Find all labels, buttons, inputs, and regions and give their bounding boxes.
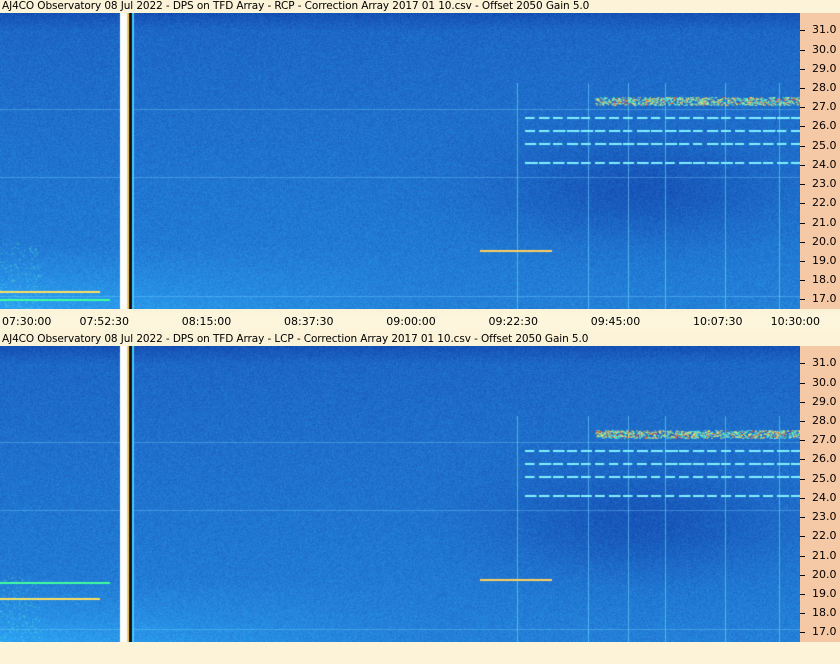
lcp-spectrogram: [0, 346, 800, 642]
y-tick-label: 21.0: [812, 548, 837, 562]
x-tick-label: 09:00:00: [386, 315, 436, 328]
y-tick-label: 31.0: [812, 356, 837, 370]
y-tick-label: 27.0: [812, 433, 837, 447]
y-tick-mark: [800, 260, 805, 262]
y-tick-mark: [800, 574, 805, 576]
y-tick-label: 17.0: [812, 292, 837, 306]
y-tick-mark: [800, 203, 805, 205]
x-tick-label: 08:37:30: [284, 315, 334, 328]
x-tick-label: 09:45:00: [590, 315, 641, 328]
y-tick-mark: [800, 593, 805, 595]
y-tick-mark: [800, 280, 805, 282]
y-tick-mark: [800, 299, 805, 301]
y-tick-mark: [800, 30, 805, 32]
y-tick-label: 26.0: [812, 119, 837, 133]
y-tick-label: 25.0: [812, 471, 837, 485]
y-tick-label: 19.0: [812, 586, 837, 600]
rcp-frequency-axis: 31.0 30.0 29.0 28.0 27.0 26.0 25.0 24.0 23.0 22.0…: [800, 13, 840, 309]
y-tick-mark: [800, 459, 805, 461]
y-tick-mark: [800, 363, 805, 365]
y-tick-label: 18.0: [812, 273, 837, 287]
y-tick-label: 17.0: [812, 625, 837, 639]
x-tick-label: 10:07:30: [693, 315, 743, 328]
y-tick-mark: [800, 536, 805, 538]
y-tick-mark: [800, 517, 805, 519]
y-tick-label: 20.0: [812, 234, 837, 248]
y-tick-mark: [800, 107, 805, 109]
y-tick-mark: [800, 184, 805, 186]
y-tick-mark: [800, 49, 805, 51]
x-tick-label: 08:15:00: [181, 315, 232, 328]
y-tick-mark: [800, 87, 805, 89]
y-tick-label: 23.0: [812, 177, 837, 191]
y-tick-label: 20.0: [812, 567, 837, 581]
y-tick-mark: [800, 440, 805, 442]
time-axis: 07:30:00 07:52:30 08:15:00 08:37:30 09:00:00…: [0, 313, 840, 331]
y-tick-mark: [800, 68, 805, 70]
y-tick-mark: [800, 126, 805, 128]
y-tick-label: 28.0: [812, 80, 837, 94]
y-tick-label: 19.0: [812, 253, 837, 267]
y-tick-label: 29.0: [812, 394, 837, 408]
y-tick-mark: [800, 478, 805, 480]
y-tick-mark: [800, 420, 805, 422]
y-tick-label: 26.0: [812, 452, 837, 466]
bottom-strip: [0, 642, 840, 664]
x-tick-label: 07:30:00: [2, 315, 52, 328]
y-tick-mark: [800, 632, 805, 634]
y-tick-mark: [800, 555, 805, 557]
lcp-frequency-axis: 31.0 30.0 29.0 28.0 27.0 26.0 25.0 24.0 23.0 22.0…: [800, 346, 840, 642]
y-tick-label: 23.0: [812, 510, 837, 524]
y-tick-label: 18.0: [812, 606, 837, 620]
y-tick-mark: [800, 222, 805, 224]
y-tick-mark: [800, 241, 805, 243]
y-tick-label: 24.0: [812, 157, 837, 171]
y-tick-mark: [800, 382, 805, 384]
lcp-panel-title: AJ4CO Observatory 08 Jul 2022 - DPS on T…: [2, 333, 589, 345]
y-tick-label: 27.0: [812, 100, 837, 114]
y-tick-label: 29.0: [812, 61, 837, 75]
x-tick-label: 09:22:30: [488, 315, 538, 328]
y-tick-label: 28.0: [812, 413, 837, 427]
rcp-spectrogram: [0, 13, 800, 309]
y-tick-mark: [800, 145, 805, 147]
y-tick-mark: [800, 164, 805, 166]
y-tick-mark: [800, 497, 805, 499]
x-tick-label: 07:52:30: [79, 315, 129, 328]
y-tick-mark: [800, 613, 805, 615]
y-tick-mark: [800, 401, 805, 403]
y-tick-label: 31.0: [812, 23, 837, 37]
y-tick-label: 24.0: [812, 490, 837, 504]
y-tick-label: 30.0: [812, 375, 837, 389]
y-tick-label: 22.0: [812, 196, 837, 210]
x-tick-label: 10:30:00: [770, 315, 820, 328]
y-tick-label: 22.0: [812, 529, 837, 543]
y-tick-label: 30.0: [812, 42, 837, 56]
rcp-panel-title: AJ4CO Observatory 08 Jul 2022 - DPS on T…: [2, 0, 590, 12]
y-tick-label: 21.0: [812, 215, 837, 229]
y-tick-label: 25.0: [812, 138, 837, 152]
